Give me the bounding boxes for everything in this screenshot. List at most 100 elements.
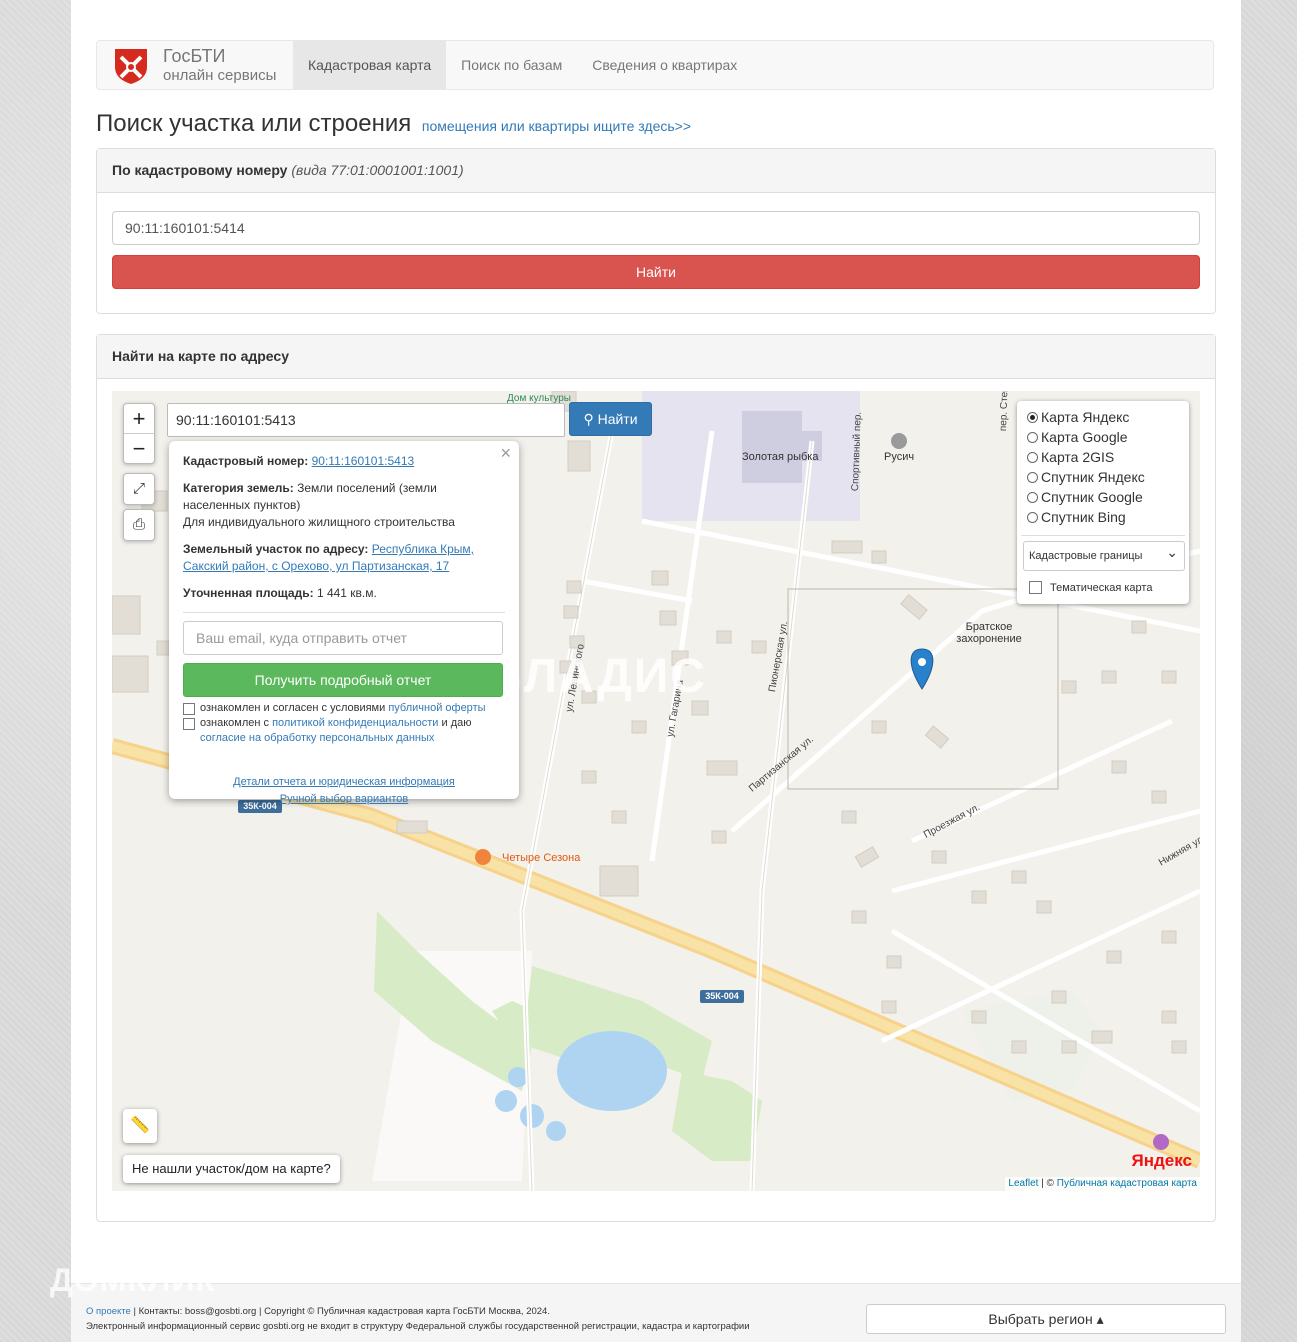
agree2-text: ознакомлен с	[200, 717, 270, 729]
details-link[interactable]: Детали отчета и юридическая информация	[233, 776, 455, 788]
thematic-map-toggle[interactable]: Тематическая карта	[1029, 581, 1179, 594]
panel-heading: Найти на карте по адресу	[97, 335, 1215, 379]
manual-select-link[interactable]: Ручной выбор вариантов	[280, 793, 408, 805]
popup-cadastral-row: Кадастровый номер: 90:11:160101:5413	[183, 453, 505, 470]
get-report-button[interactable]: Получить подробный отчет	[183, 663, 503, 697]
email-input[interactable]: Ваш email, куда отправить отчет	[183, 621, 503, 655]
nav-apartment-info[interactable]: Сведения о квартирах	[577, 41, 752, 89]
brand-title: ГосБТИ	[163, 46, 226, 66]
pkk-link[interactable]: Публичная кадастровая карта	[1057, 1178, 1197, 1189]
popup-category-row: Категория земель: Земли поселений (земли…	[183, 480, 505, 531]
layer-google-map[interactable]: Карта Google	[1027, 427, 1179, 447]
popup-footer-links: Детали отчета и юридическая информация Р…	[183, 774, 505, 808]
yandex-logo-text: Яндекс	[1131, 1151, 1192, 1170]
zoom-in-button[interactable]: +	[124, 404, 154, 433]
zoom-control: + −	[123, 403, 155, 464]
footer: О проекте | Контакты: boss@gosbti.org | …	[71, 1283, 1241, 1342]
overlay-select[interactable]: Кадастровые границы	[1023, 538, 1185, 571]
radio-icon	[1027, 411, 1038, 423]
thematic-label: Тематическая карта	[1050, 581, 1153, 594]
map-label-goldfish: Золотая рыбка	[742, 451, 819, 463]
layer-switcher: Карта Яндекс Карта Google Карта 2GIS Спу…	[1017, 401, 1189, 604]
vladis-watermark: ВЛАДИС	[488, 650, 707, 703]
top-navbar: ГосБТИ онлайн сервисы Кадастровая карта …	[96, 40, 1214, 90]
layer-label: Спутник Google	[1041, 489, 1143, 505]
map-attribution: Leaflet | © Публичная кадастровая карта	[1005, 1177, 1200, 1191]
disclaimer-text: Электронный информационный сервис gosbti…	[86, 1321, 750, 1332]
footer-text: О проекте | Контакты: boss@gosbti.org | …	[86, 1304, 750, 1334]
fullscreen-icon[interactable]: ⤢	[123, 473, 155, 505]
brand[interactable]: ГосБТИ онлайн сервисы	[113, 47, 276, 85]
radio-icon	[1027, 431, 1038, 443]
layer-label: Карта Яндекс	[1041, 409, 1130, 425]
about-link[interactable]: О проекте	[86, 1306, 131, 1317]
offer-link[interactable]: публичной оферты	[388, 702, 485, 714]
layer-label: Спутник Яндекс	[1041, 469, 1145, 485]
poi-icon[interactable]	[891, 433, 907, 449]
address-search-panel: Найти на карте по адресу Золотая рыбка Р…	[96, 334, 1216, 1222]
privacy-agreement-row: ознакомлен с политикой конфиденциальност…	[183, 716, 505, 746]
brand-subtitle: онлайн сервисы	[163, 67, 277, 84]
privacy-checkbox[interactable]	[183, 718, 195, 730]
agree2-text2: и даю	[441, 717, 472, 729]
cadastral-search-panel: По кадастровому номеру (вида 77:01:00010…	[96, 148, 1216, 314]
print-icon[interactable]: ⎙	[123, 509, 155, 541]
plot-boundary	[787, 588, 1059, 790]
layer-yandex-map[interactable]: Карта Яндекс	[1027, 407, 1179, 427]
map-find-label: Найти	[597, 411, 638, 427]
layer-2gis-map[interactable]: Карта 2GIS	[1027, 447, 1179, 467]
offer-agreement-row: ознакомлен и согласен с условиями публич…	[183, 701, 505, 716]
category-label: Категория земель:	[183, 481, 294, 495]
map-viewport[interactable]: Золотая рыбка Русич Братское захоронение…	[112, 391, 1200, 1191]
layer-bing-satellite[interactable]: Спутник Bing	[1027, 507, 1179, 527]
cafe-icon[interactable]	[475, 849, 491, 865]
location-marker-icon[interactable]	[910, 648, 934, 690]
select-region-button[interactable]: Выбрать регион ▴	[866, 1304, 1226, 1334]
page-container: ГосБТИ онлайн сервисы Кадастровая карта …	[71, 0, 1241, 1342]
area-label: Уточненная площадь:	[183, 586, 314, 600]
map-address-input[interactable]: 90:11:160101:5413	[167, 403, 565, 437]
consent-link[interactable]: согласие на обработку персональных данны…	[200, 732, 434, 744]
privacy-link[interactable]: политикой конфиденциальности	[272, 717, 438, 729]
usage-value: Для индивидуального жилищного строительс…	[183, 515, 455, 529]
map-label-cafe: Четыре Сезона	[502, 852, 581, 864]
cad-number-link[interactable]: 90:11:160101:5413	[312, 454, 415, 468]
main-nav: Кадастровая карта Поиск по базам Сведени…	[293, 41, 752, 89]
layer-yandex-satellite[interactable]: Спутник Яндекс	[1027, 467, 1179, 487]
contacts-text: | Контакты: boss@gosbti.org | Copyright …	[133, 1306, 550, 1317]
layer-label: Спутник Bing	[1041, 509, 1126, 525]
ruler-icon[interactable]: 📏	[123, 1109, 157, 1143]
leaflet-link[interactable]: Leaflet	[1008, 1178, 1038, 1189]
panel-heading: По кадастровому номеру (вида 77:01:00010…	[97, 149, 1215, 193]
offer-checkbox[interactable]	[183, 703, 195, 715]
nav-database-search[interactable]: Поиск по базам	[446, 41, 577, 89]
close-icon[interactable]: ×	[500, 443, 511, 464]
agree1-text: ознакомлен и согласен с условиями	[200, 702, 386, 714]
gosbti-logo-icon	[115, 49, 147, 84]
cadastral-heading: По кадастровому номеру	[112, 162, 288, 178]
cad-label: Кадастровый номер:	[183, 454, 309, 468]
domklik-watermark: ДОМКЛИК	[50, 1262, 216, 1298]
map-find-button[interactable]: ⚲ Найти	[569, 402, 652, 436]
map-label-stepnoy: пер. Степ	[998, 391, 1011, 432]
yandex-logo: Яндекс	[1132, 1151, 1192, 1171]
layer-google-satellite[interactable]: Спутник Google	[1027, 487, 1179, 507]
shop-icon[interactable]	[1153, 1134, 1169, 1150]
page-title: Поиск участка или строения помещения или…	[96, 110, 691, 138]
radio-icon	[1027, 451, 1038, 463]
find-button[interactable]: Найти	[112, 255, 1200, 289]
radio-icon	[1027, 471, 1038, 483]
apartments-link[interactable]: помещения или квартиры ищите здесь>>	[422, 118, 691, 134]
layer-label: Карта 2GIS	[1041, 449, 1115, 465]
plot-info-popup: × Кадастровый номер: 90:11:160101:5413 К…	[169, 441, 519, 805]
zoom-out-button[interactable]: −	[124, 433, 154, 463]
not-found-button[interactable]: Не нашли участок/дом на карте?	[123, 1155, 340, 1183]
cadastral-number-input[interactable]: 90:11:160101:5414	[112, 211, 1200, 245]
nav-cadastral-map[interactable]: Кадастровая карта	[293, 41, 447, 89]
popup-address-row: Земельный участок по адресу: Республика …	[183, 541, 505, 575]
thematic-checkbox[interactable]	[1029, 581, 1042, 594]
road-badge: 35К-004	[705, 991, 739, 1001]
area-value: 1 441 кв.м.	[316, 586, 377, 600]
search-icon: ⚲	[583, 411, 594, 427]
cadastral-hint: (вида 77:01:0001001:1001)	[291, 162, 464, 178]
